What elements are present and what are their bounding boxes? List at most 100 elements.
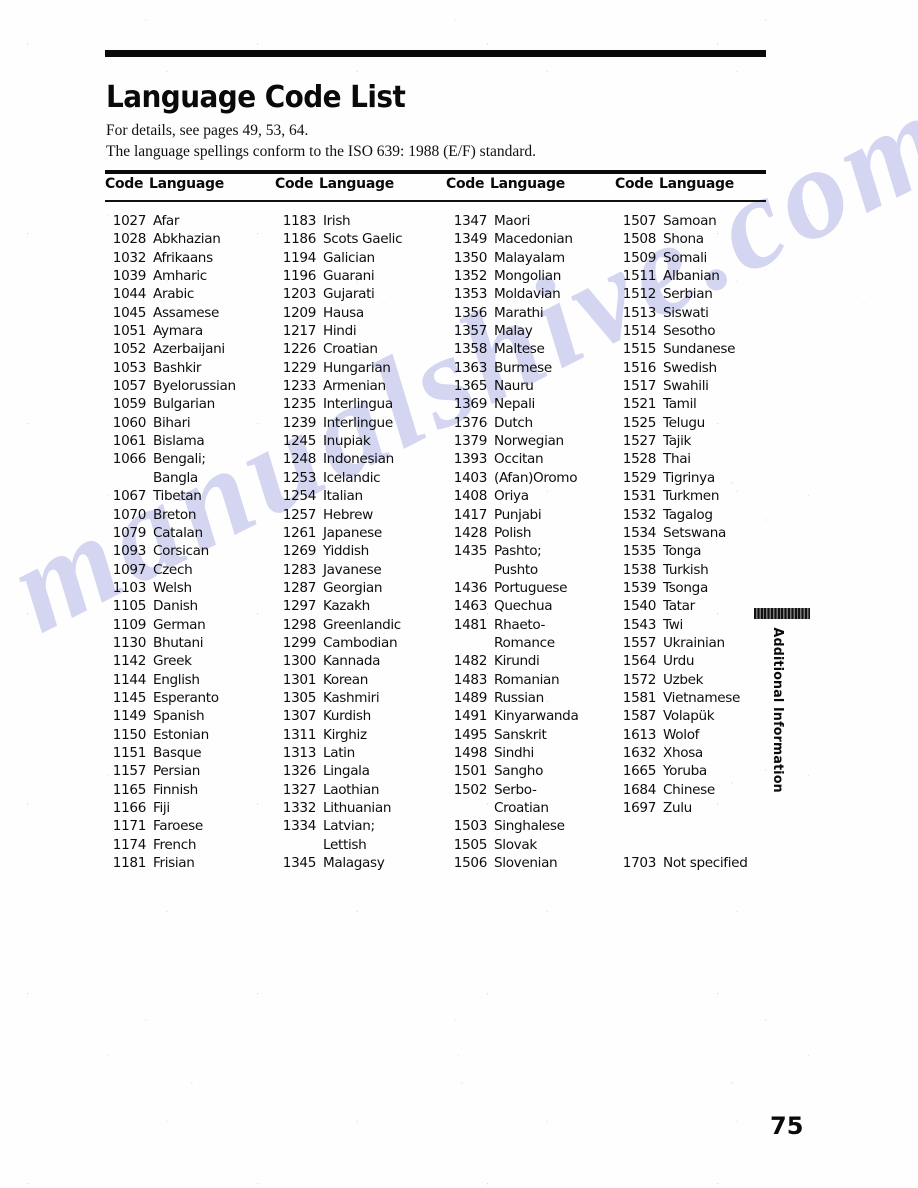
language-code: 1512 bbox=[622, 286, 657, 303]
table-row: 1105 Danish bbox=[105, 598, 273, 616]
language-name: French bbox=[153, 836, 197, 853]
column-header-2: Code Language bbox=[275, 176, 443, 202]
language-code: 1515 bbox=[622, 341, 657, 358]
language-name: Tigrinya bbox=[663, 469, 715, 486]
table-row: 1183 Irish bbox=[275, 213, 443, 231]
language-code: 1495 bbox=[453, 726, 488, 743]
table-row: 1417 Punjabi bbox=[446, 507, 614, 525]
table-row: 1347 Maori bbox=[446, 213, 614, 231]
language-name: Arabic bbox=[153, 286, 194, 303]
table-row: 1358 Maltese bbox=[446, 341, 614, 359]
language-code: 1196 bbox=[282, 268, 317, 285]
table-row: 1194 Galician bbox=[275, 250, 443, 268]
table-row: 1261 Japanese bbox=[275, 525, 443, 543]
language-name: Catalan bbox=[153, 524, 203, 541]
column-rows-2: 1183 Irish 1186 Scots Gaelic 1194 Galician 119… bbox=[275, 213, 443, 873]
table-row: 1483 Romanian bbox=[446, 672, 614, 690]
language-code: 1165 bbox=[112, 781, 147, 798]
language-code: 1307 bbox=[282, 708, 317, 725]
language-name: Quechua bbox=[494, 598, 553, 615]
language-code: 1353 bbox=[453, 286, 488, 303]
table-row: 1376 Dutch bbox=[446, 415, 614, 433]
language-name: Sangho bbox=[494, 763, 544, 780]
language-name: Latvian; bbox=[323, 818, 375, 835]
language-code: 1301 bbox=[282, 671, 317, 688]
table-row: 1196 Guarani bbox=[275, 268, 443, 286]
table-row: 1587 Volapük bbox=[615, 708, 783, 726]
language-code: 1613 bbox=[622, 726, 657, 743]
table-row: 1436 Portuguese bbox=[446, 580, 614, 598]
language-code: 1194 bbox=[282, 249, 317, 266]
table-row: 1363 Burmese bbox=[446, 360, 614, 378]
table-row: 1142 Greek bbox=[105, 653, 273, 671]
language-name: Setswana bbox=[663, 524, 726, 541]
language-code: 1538 bbox=[622, 561, 657, 578]
language-name: Samoan bbox=[663, 213, 717, 229]
language-code: 1209 bbox=[282, 304, 317, 321]
table-row: 1150 Estonian bbox=[105, 727, 273, 745]
column-header-language: Language bbox=[490, 176, 565, 192]
language-name: Russian bbox=[494, 689, 544, 706]
language-name: Assamese bbox=[153, 304, 220, 321]
language-code: 1417 bbox=[453, 506, 488, 523]
language-name: Pushto bbox=[494, 561, 538, 578]
table-row: 1517 Swahili bbox=[615, 378, 783, 396]
language-code: 1093 bbox=[112, 543, 147, 560]
table-row: 1287 Georgian bbox=[275, 580, 443, 598]
language-name: Basque bbox=[153, 744, 202, 761]
language-code: 1564 bbox=[622, 653, 657, 670]
language-code: 1529 bbox=[622, 469, 657, 486]
language-name: Occitan bbox=[494, 451, 544, 468]
table-row: 1353 Moldavian bbox=[446, 286, 614, 304]
table-row: 1307 Kurdish bbox=[275, 708, 443, 726]
table-row: 1257 Hebrew bbox=[275, 507, 443, 525]
table-row: 1512 Serbian bbox=[615, 286, 783, 304]
language-code: 1039 bbox=[112, 268, 147, 285]
language-name: Slovak bbox=[494, 836, 537, 853]
language-code: 1097 bbox=[112, 561, 147, 578]
table-row: 1393 Occitan bbox=[446, 451, 614, 469]
language-code: 1665 bbox=[622, 763, 657, 780]
language-name: Tsonga bbox=[663, 579, 708, 596]
language-code: 1540 bbox=[622, 598, 657, 615]
language-column-3: Code Language 1347 Maori 1349 Macedonian 1350… bbox=[446, 176, 614, 873]
table-row: 1532 Tagalog bbox=[615, 507, 783, 525]
table-row: 1103 Welsh bbox=[105, 580, 273, 598]
table-row: 1356 Marathi bbox=[446, 305, 614, 323]
language-name: Siswati bbox=[663, 304, 709, 321]
language-code: 1066 bbox=[112, 451, 147, 468]
language-code: 1491 bbox=[453, 708, 488, 725]
language-name: Oriya bbox=[494, 488, 529, 505]
language-code: 1379 bbox=[453, 433, 488, 450]
language-name: Shona bbox=[663, 231, 704, 248]
table-row: 1070 Breton bbox=[105, 507, 273, 525]
language-code: 1501 bbox=[453, 763, 488, 780]
table-row: 1067 Tibetan bbox=[105, 488, 273, 506]
table-row: Croatian bbox=[446, 800, 614, 818]
language-code: 1408 bbox=[453, 488, 488, 505]
table-row: 1060 Bihari bbox=[105, 415, 273, 433]
table-row: 1032 Afrikaans bbox=[105, 250, 273, 268]
language-name: Tonga bbox=[663, 543, 702, 560]
language-name: Sindhi bbox=[494, 744, 534, 761]
table-row: 1543 Twi bbox=[615, 617, 783, 635]
table-row: 1369 Nepali bbox=[446, 396, 614, 414]
language-name: Kurdish bbox=[323, 708, 371, 725]
language-name: Kashmiri bbox=[323, 689, 380, 706]
table-row: 1379 Norwegian bbox=[446, 433, 614, 451]
language-name: Gujarati bbox=[323, 286, 375, 303]
language-code: 1079 bbox=[112, 524, 147, 541]
language-name: Macedonian bbox=[494, 231, 573, 248]
language-code: 1183 bbox=[282, 213, 317, 229]
language-code: 1044 bbox=[112, 286, 147, 303]
language-name: Swahili bbox=[663, 378, 709, 395]
table-row: 1097 Czech bbox=[105, 562, 273, 580]
language-name: Bhutani bbox=[153, 634, 204, 651]
table-row: 1166 Fiji bbox=[105, 800, 273, 818]
language-name: Telugu bbox=[663, 414, 705, 431]
language-code: 1254 bbox=[282, 488, 317, 505]
language-name: Sanskrit bbox=[494, 726, 547, 743]
language-name: Estonian bbox=[153, 726, 209, 743]
language-code: 1305 bbox=[282, 689, 317, 706]
language-name: Georgian bbox=[323, 579, 383, 596]
